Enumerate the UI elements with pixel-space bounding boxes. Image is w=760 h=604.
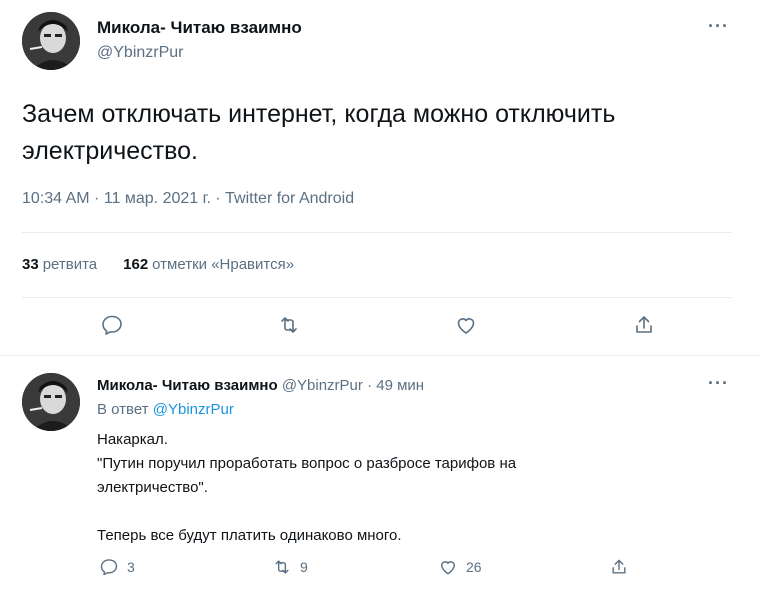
retweets-count: 9 — [300, 559, 308, 575]
reply-icon — [102, 315, 122, 335]
likes-count: 26 — [466, 559, 482, 575]
tweet-text: Зачем отключать интернет, когда можно от… — [22, 100, 616, 165]
author-name[interactable]: Микола- Читаю взаимно — [97, 18, 302, 38]
share-icon — [612, 559, 626, 574]
reply-text-line: электричество". — [97, 479, 208, 496]
retweets-label: ретвита — [42, 256, 98, 273]
main-tweet: Микола- Читаю взаимно @YbinzrPur ··· Зач… — [0, 0, 760, 356]
divider — [22, 232, 732, 233]
reply-to-line: В ответ @YbinzrPur — [97, 401, 234, 418]
retweet-button[interactable]: 9 — [272, 557, 308, 577]
reply-icon — [100, 559, 118, 576]
tweet-actions — [0, 312, 760, 342]
replies-count: 3 — [127, 559, 135, 575]
avatar[interactable] — [22, 373, 80, 431]
more-options-icon[interactable]: ··· — [708, 16, 729, 37]
reply-button[interactable]: 3 — [99, 557, 135, 577]
like-button[interactable]: 26 — [438, 557, 482, 577]
reply-to-link[interactable]: @YbinzrPur — [153, 401, 234, 418]
tweet-time[interactable]: 49 мин — [376, 377, 424, 394]
avatar-image — [22, 373, 80, 431]
divider — [22, 297, 732, 298]
tweet-meta[interactable]: 10:34 AM · 11 мар. 2021 г. · Twitter for… — [22, 190, 354, 208]
retweets-count: 33 — [22, 256, 39, 273]
likes-count: 162 — [123, 256, 149, 273]
author-name[interactable]: Микола- Читаю взаимно — [97, 377, 278, 394]
avatar-image — [22, 12, 80, 70]
reply-actions: 3 9 26 — [0, 557, 760, 585]
avatar[interactable] — [22, 12, 80, 70]
reply-text-line: "Путин поручил проработать вопрос о разб… — [97, 455, 517, 472]
heart-icon — [457, 318, 475, 334]
reply-text-line: Накаркал. — [97, 431, 168, 448]
separator: · — [367, 377, 373, 394]
reply-header: Микола- Читаю взаимно @YbinzrPur · 49 ми… — [97, 377, 424, 394]
tweet-stats: 33 ретвита 162 отметки «Нравится» — [22, 256, 294, 273]
retweet-button[interactable] — [276, 312, 302, 338]
share-button[interactable] — [631, 312, 657, 338]
author-handle[interactable]: @YbinzrPur — [282, 377, 363, 394]
retweet-icon — [281, 317, 297, 333]
more-options-icon[interactable]: ··· — [708, 373, 729, 394]
likes-stat[interactable]: 162 отметки «Нравится» — [123, 256, 294, 273]
reply-text: Накаркал. "Путин поручил проработать воп… — [97, 428, 697, 548]
like-button[interactable] — [453, 312, 479, 338]
likes-label: отметки «Нравится» — [152, 256, 295, 273]
retweet-icon — [275, 560, 289, 574]
share-button[interactable] — [609, 557, 629, 577]
author-handle[interactable]: @YbinzrPur — [97, 44, 184, 62]
retweets-stat[interactable]: 33 ретвита — [22, 256, 97, 273]
reply-tweet[interactable]: Микола- Читаю взаимно @YbinzrPur · 49 ми… — [0, 357, 760, 604]
reply-prefix: В ответ — [97, 401, 149, 418]
heart-icon — [441, 561, 455, 575]
share-icon — [636, 316, 652, 333]
reply-button[interactable] — [99, 312, 125, 338]
reply-text-line: Теперь все будут платить одинаково много… — [97, 527, 402, 544]
